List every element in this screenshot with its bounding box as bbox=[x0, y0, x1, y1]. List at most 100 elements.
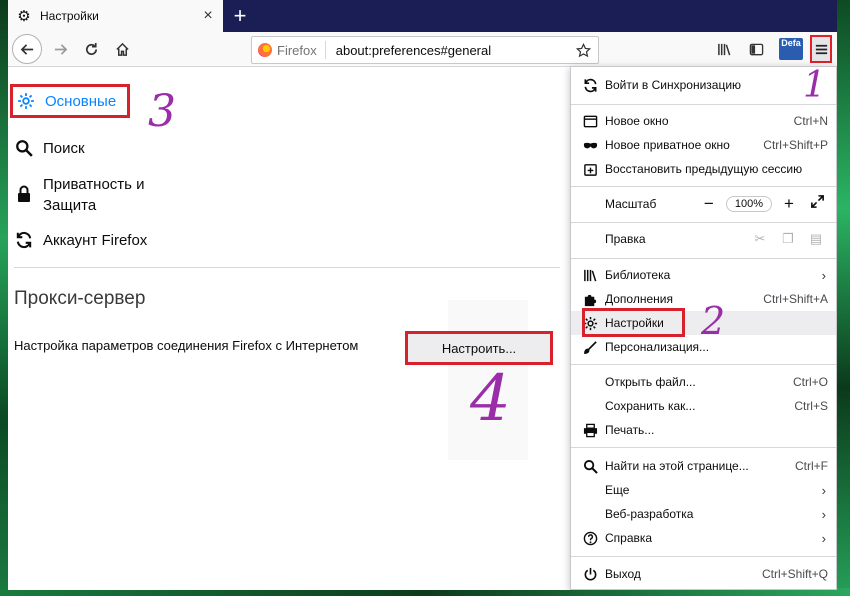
menu-item-web-developer[interactable]: Веб-разработка › bbox=[571, 502, 836, 526]
category-search[interactable]: Поиск bbox=[13, 137, 85, 159]
annotation-4: 4 bbox=[470, 362, 511, 436]
menu-item-private-window-label: Новое приватное окно bbox=[605, 138, 730, 152]
menu-item-save-as[interactable]: Сохранить как... Ctrl+S bbox=[571, 394, 836, 418]
gear-icon: ⚙ bbox=[17, 8, 31, 25]
proxy-description: Настройка параметров соединения Firefox … bbox=[14, 338, 359, 353]
arrow-left-icon bbox=[20, 43, 33, 55]
private-mask-icon bbox=[581, 136, 599, 154]
menu-separator bbox=[571, 186, 836, 187]
new-tab-button[interactable]: + bbox=[228, 4, 252, 28]
url-bar[interactable]: Firefox about:preferences#general bbox=[251, 36, 599, 64]
menu-item-private-window-shortcut: Ctrl+Shift+P bbox=[763, 138, 828, 152]
menu-item-zoom: Масштаб − 100% + bbox=[571, 191, 836, 217]
menu-item-save-as-label: Сохранить как... bbox=[605, 399, 696, 413]
menu-item-web-developer-label: Веб-разработка bbox=[605, 507, 694, 521]
category-firefox-account-label: Аккаунт Firefox bbox=[43, 231, 148, 249]
menu-item-private-window[interactable]: Новое приватное окно Ctrl+Shift+P bbox=[571, 133, 836, 157]
menu-item-find-label: Найти на этой странице... bbox=[605, 459, 749, 473]
home-button[interactable] bbox=[108, 35, 136, 63]
restore-icon bbox=[581, 160, 599, 178]
open-menu-button[interactable] bbox=[810, 35, 832, 63]
hamburger-menu-icon bbox=[815, 44, 827, 54]
zoom-controls: − 100% + bbox=[698, 194, 828, 214]
menu-item-exit-shortcut: Ctrl+Shift+Q bbox=[761, 567, 828, 581]
fullscreen-button[interactable] bbox=[806, 194, 828, 214]
chevron-right-icon: › bbox=[821, 530, 826, 546]
menu-item-exit-label: Выход bbox=[605, 567, 641, 581]
annotation-2: 2 bbox=[701, 299, 726, 343]
arrow-right-icon bbox=[54, 43, 67, 55]
library-button[interactable] bbox=[710, 35, 738, 63]
menu-item-more[interactable]: Еще › bbox=[571, 478, 836, 502]
menu-item-print[interactable]: Печать... bbox=[571, 418, 836, 442]
tab-settings[interactable]: ⚙ Настройки × bbox=[8, 0, 223, 32]
library-icon bbox=[717, 43, 730, 55]
puzzle-icon bbox=[581, 290, 599, 308]
menu-item-library[interactable]: Библиотека › bbox=[571, 263, 836, 287]
menu-separator bbox=[571, 556, 836, 557]
identity-box[interactable]: Firefox bbox=[252, 41, 326, 59]
navigation-toolbar: Firefox about:preferences#general Defa bbox=[8, 32, 837, 67]
cut-icon[interactable]: ✂ bbox=[746, 231, 774, 247]
zoom-in-button[interactable]: + bbox=[778, 194, 800, 214]
zoom-reset-button[interactable]: 100% bbox=[725, 196, 772, 212]
menu-item-library-label: Библиотека bbox=[605, 268, 671, 282]
chevron-right-icon: › bbox=[821, 267, 826, 283]
back-button[interactable] bbox=[12, 34, 42, 64]
category-privacy-label: Приватность и Защита bbox=[43, 174, 145, 216]
sync-icon bbox=[581, 76, 599, 94]
settings-highlight-box bbox=[582, 308, 685, 337]
search-icon bbox=[13, 137, 35, 159]
reload-button[interactable] bbox=[77, 35, 105, 63]
printer-icon bbox=[581, 421, 599, 439]
menu-item-restore-session[interactable]: Восстановить предыдущую сессию bbox=[571, 157, 836, 181]
category-privacy[interactable]: Приватность и Защита bbox=[13, 174, 145, 216]
sidebar-icon bbox=[749, 43, 763, 55]
url-input[interactable]: about:preferences#general bbox=[336, 43, 572, 58]
bookmark-star-icon[interactable] bbox=[572, 42, 594, 58]
paste-icon[interactable]: ▤ bbox=[802, 231, 830, 247]
category-search-label: Поиск bbox=[43, 139, 85, 157]
menu-item-open-file-shortcut: Ctrl+O bbox=[792, 375, 828, 389]
menu-item-sync-label: Войти в Синхронизацию bbox=[605, 78, 742, 92]
menu-item-open-file[interactable]: Открыть файл... Ctrl+O bbox=[571, 370, 836, 394]
gear-icon bbox=[15, 90, 37, 112]
category-firefox-account[interactable]: Аккаунт Firefox bbox=[13, 229, 147, 251]
menu-item-restore-session-label: Восстановить предыдущую сессию bbox=[605, 162, 803, 176]
tab-strip: ⚙ Настройки × + bbox=[8, 0, 837, 32]
sidebar-button[interactable] bbox=[742, 35, 770, 63]
reload-icon bbox=[85, 42, 97, 55]
menu-item-help-label: Справка bbox=[605, 531, 653, 545]
firefox-logo-icon bbox=[258, 43, 272, 57]
menu-separator bbox=[571, 222, 836, 223]
menu-item-edit-label: Правка bbox=[605, 232, 646, 246]
lock-icon bbox=[13, 183, 35, 205]
desktop-background-right bbox=[837, 0, 850, 596]
menu-item-new-window-label: Новое окно bbox=[605, 114, 669, 128]
connection-settings-button[interactable]: Настроить... bbox=[405, 331, 553, 365]
menu-item-save-as-shortcut: Ctrl+S bbox=[794, 399, 828, 413]
category-general[interactable]: Основные bbox=[10, 84, 130, 118]
menu-item-zoom-label: Масштаб bbox=[605, 197, 657, 211]
menu-item-find[interactable]: Найти на этой странице... Ctrl+F bbox=[571, 454, 836, 478]
search-icon bbox=[581, 457, 599, 475]
copy-icon[interactable]: ❐ bbox=[774, 231, 802, 247]
menu-item-new-window[interactable]: Новое окно Ctrl+N bbox=[571, 109, 836, 133]
menu-item-sync[interactable]: Войти в Синхронизацию bbox=[571, 73, 836, 97]
menu-separator bbox=[571, 447, 836, 448]
menu-item-exit[interactable]: Выход Ctrl+Shift+Q bbox=[571, 562, 836, 586]
menu-item-addons-label: Дополнения bbox=[605, 292, 673, 306]
menu-separator bbox=[571, 104, 836, 105]
annotation-1: 1 bbox=[803, 65, 826, 106]
library-icon bbox=[581, 266, 599, 284]
annotation-3: 3 bbox=[148, 86, 176, 137]
menu-item-help[interactable]: Справка › bbox=[571, 526, 836, 550]
forward-button[interactable] bbox=[46, 35, 74, 63]
extension-button[interactable]: Defa bbox=[779, 38, 803, 60]
menu-separator bbox=[571, 258, 836, 259]
app-menu-panel: Войти в Синхронизацию Новое окно Ctrl+N … bbox=[570, 65, 837, 590]
zoom-out-button[interactable]: − bbox=[698, 194, 720, 214]
extension-badge: Defa bbox=[781, 38, 801, 48]
menu-item-more-label: Еще bbox=[605, 483, 630, 497]
close-tab-button[interactable]: × bbox=[199, 7, 217, 25]
